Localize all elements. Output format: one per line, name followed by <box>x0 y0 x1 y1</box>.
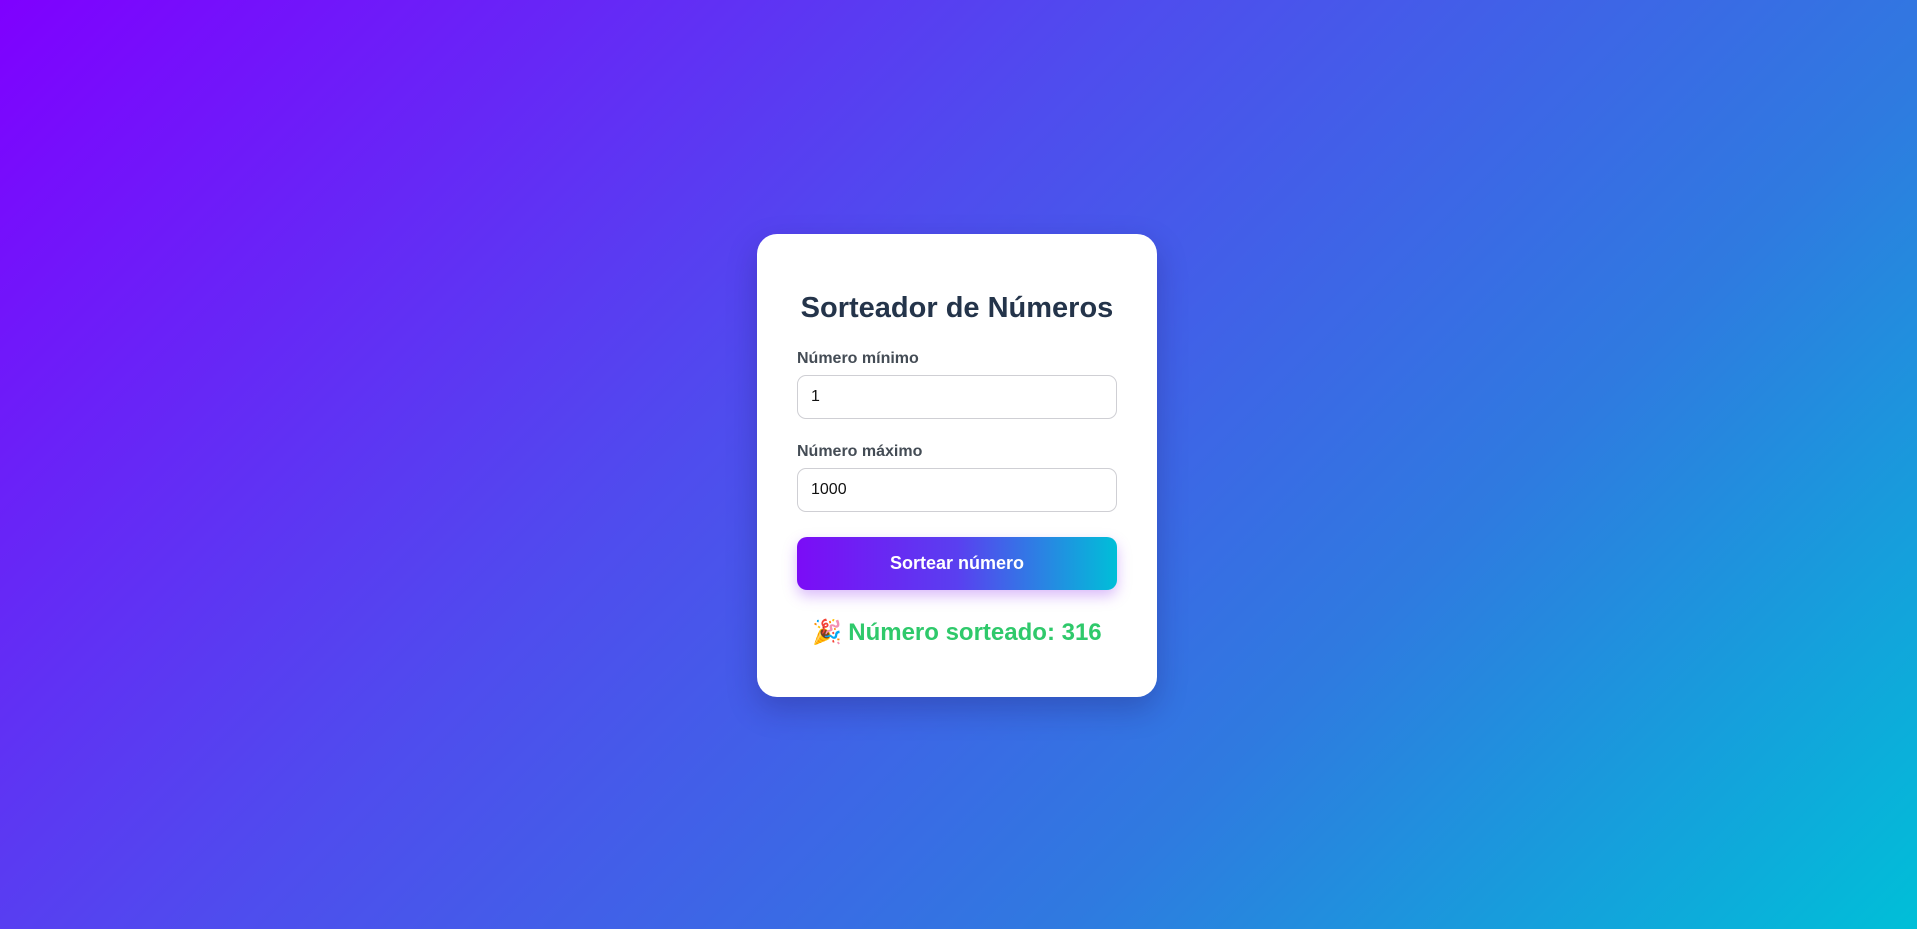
sorteador-card: Sorteador de Números Número mínimo Númer… <box>757 234 1157 697</box>
draw-number-button[interactable]: Sortear número <box>797 537 1117 590</box>
min-number-input[interactable] <box>797 375 1117 419</box>
result-text: Número sorteado: 316 <box>848 619 1102 646</box>
party-popper-icon: 🎉 <box>812 619 843 646</box>
result-display: 🎉 Número sorteado: 316 <box>797 621 1117 645</box>
min-number-label: Número mínimo <box>797 350 919 367</box>
max-number-label: Número máximo <box>797 443 923 460</box>
page-title: Sorteador de Números <box>800 292 1114 324</box>
max-number-input[interactable] <box>797 468 1117 512</box>
